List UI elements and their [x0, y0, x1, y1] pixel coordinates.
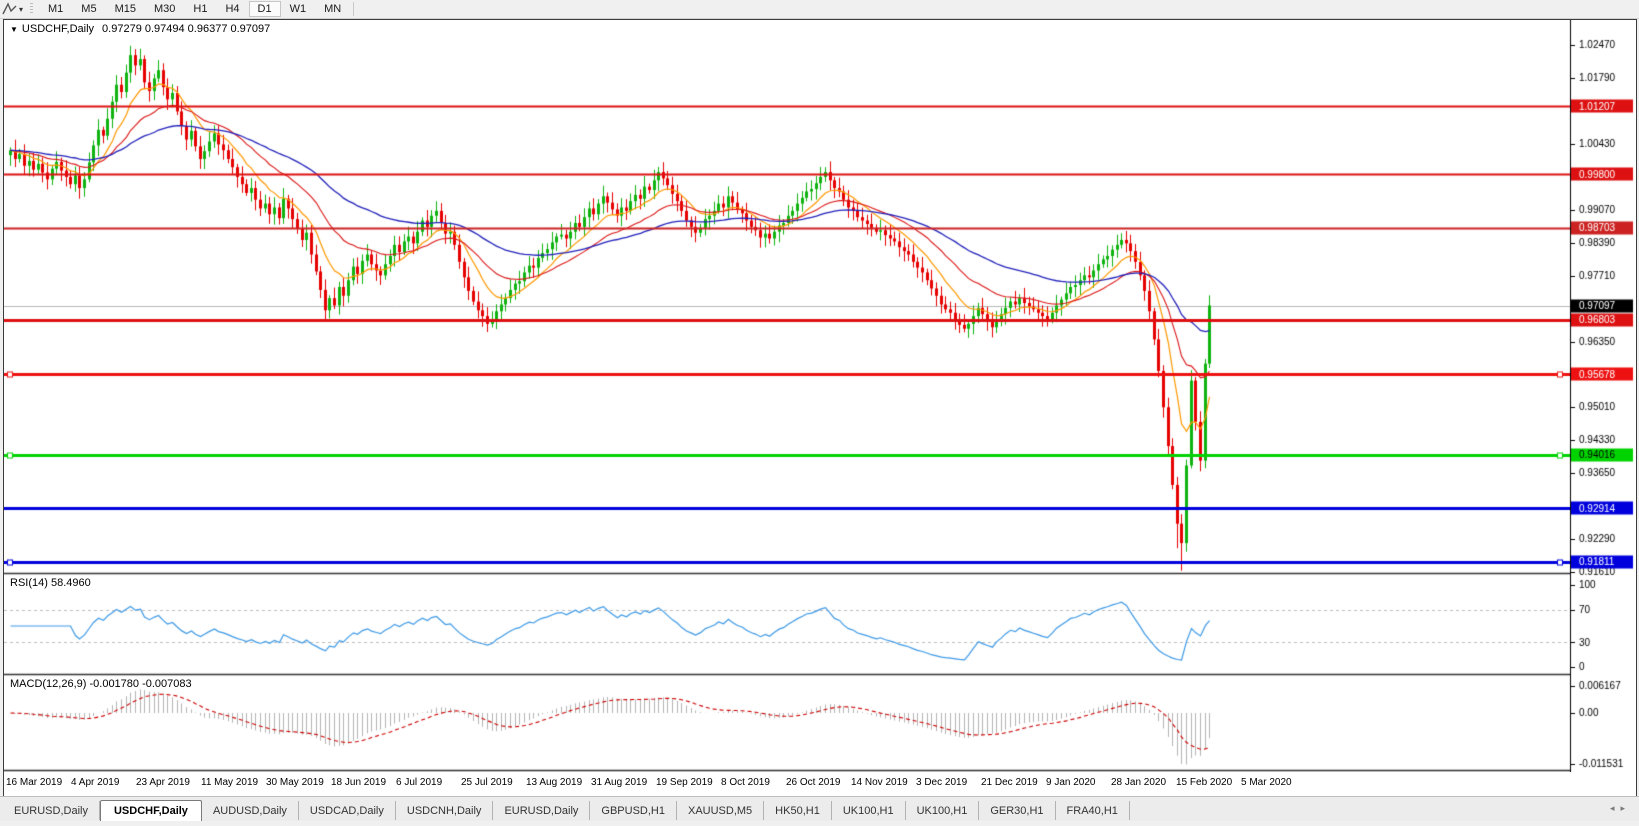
date-label: 13 Aug 2019 [526, 777, 582, 788]
chart-tab-usdchf-daily[interactable]: USDCHF,Daily [100, 800, 202, 821]
date-label: 3 Dec 2019 [916, 777, 967, 788]
macd-name: MACD(12,26,9) [10, 678, 86, 690]
tab-scroll-arrows[interactable]: ◂▸ [1610, 803, 1631, 814]
chart-tab-ger30-h1[interactable]: GER30,H1 [979, 801, 1055, 820]
date-label: 25 Jul 2019 [461, 777, 513, 788]
chart-tab-uk100-h1[interactable]: UK100,H1 [832, 801, 906, 820]
date-label: 8 Oct 2019 [721, 777, 770, 788]
chart-window: ▼ USDCHF,Daily 0.97279 0.97494 0.96377 0.9… [3, 19, 1637, 797]
date-label: 31 Aug 2019 [591, 777, 647, 788]
chart-tab-audusd-daily[interactable]: AUDUSD,Daily [202, 801, 299, 820]
timeframe-button-m5[interactable]: M5 [72, 1, 105, 17]
rsi-value: 58.4960 [51, 577, 91, 589]
chart-tab-uk100-h1[interactable]: UK100,H1 [906, 801, 980, 820]
date-label: 19 Sep 2019 [656, 777, 713, 788]
timeframe-button-m1[interactable]: M1 [39, 1, 72, 17]
chart-tab-usdcnh-daily[interactable]: USDCNH,Daily [396, 801, 494, 820]
toolbar-grip[interactable] [30, 3, 33, 15]
time-axis[interactable]: 16 Mar 2019 4 Apr 2019 23 Apr 2019 11 May 2… [4, 772, 1634, 794]
toolbar-separator [353, 2, 354, 16]
timeframe-button-m15[interactable]: M15 [106, 1, 145, 17]
chart-tab-gbpusd-h1[interactable]: GBPUSD,H1 [590, 801, 677, 820]
timeframe-button-m30[interactable]: M30 [145, 1, 184, 17]
chart-tabs-bar: EURUSD,DailyUSDCHF,DailyAUDUSD,DailyUSDC… [0, 796, 1639, 821]
date-label: 11 May 2019 [201, 777, 258, 788]
chart-tab-xauusd-m5[interactable]: XAUUSD,M5 [677, 801, 764, 820]
chart-tab-hk50-h1[interactable]: HK50,H1 [764, 801, 832, 820]
date-label: 23 Apr 2019 [136, 777, 190, 788]
timeframe-button-d1[interactable]: D1 [249, 1, 281, 17]
scroll-right-icon[interactable]: ▸ [1620, 803, 1631, 813]
collapse-triangle-icon[interactable]: ▼ [10, 25, 18, 34]
chart-ohlc-values: 0.97279 0.97494 0.96377 0.97097 [102, 23, 270, 35]
date-label: 16 Mar 2019 [6, 777, 62, 788]
timeframe-button-w1[interactable]: W1 [281, 1, 316, 17]
chart-tab-eurusd-daily[interactable]: EURUSD,Daily [3, 801, 100, 820]
toolbar: ▾ M1M5M15M30H1H4D1W1MN [0, 0, 1639, 19]
timeframe-button-h4[interactable]: H4 [216, 1, 248, 17]
timeframe-buttons: M1M5M15M30H1H4D1W1MN [39, 1, 350, 17]
chart-tab-usdcad-daily[interactable]: USDCAD,Daily [299, 801, 396, 820]
date-label: 6 Jul 2019 [396, 777, 442, 788]
date-label: 5 Mar 2020 [1241, 777, 1292, 788]
date-label: 28 Jan 2020 [1111, 777, 1166, 788]
chart-tab-fra40-h1[interactable]: FRA40,H1 [1056, 801, 1130, 820]
timeframe-button-h1[interactable]: H1 [184, 1, 216, 17]
date-label: 14 Nov 2019 [851, 777, 908, 788]
pointer-tool-icon[interactable] [2, 2, 18, 16]
macd-values: -0.001780 -0.007083 [89, 678, 191, 690]
macd-indicator-label: MACD(12,26,9) -0.001780 -0.007083 [10, 678, 192, 690]
timeframe-button-mn[interactable]: MN [315, 1, 350, 17]
rsi-indicator-label: RSI(14) 58.4960 [10, 577, 91, 589]
date-label: 26 Oct 2019 [786, 777, 840, 788]
date-label: 30 May 2019 [266, 777, 324, 788]
chart-canvas[interactable] [4, 20, 1634, 772]
chart-title: ▼ USDCHF,Daily 0.97279 0.97494 0.96377 0.9… [10, 23, 270, 35]
tool-dropdown-caret-icon[interactable]: ▾ [19, 5, 23, 14]
scroll-left-icon[interactable]: ◂ [1610, 803, 1621, 813]
date-label: 21 Dec 2019 [981, 777, 1038, 788]
date-label: 9 Jan 2020 [1046, 777, 1096, 788]
chart-tab-eurusd-daily[interactable]: EURUSD,Daily [493, 801, 590, 820]
date-label: 18 Jun 2019 [331, 777, 386, 788]
date-label: 4 Apr 2019 [71, 777, 119, 788]
rsi-name: RSI(14) [10, 577, 48, 589]
date-label: 15 Feb 2020 [1176, 777, 1232, 788]
chart-symbol: USDCHF,Daily [22, 23, 94, 35]
status-strip [0, 821, 1639, 826]
